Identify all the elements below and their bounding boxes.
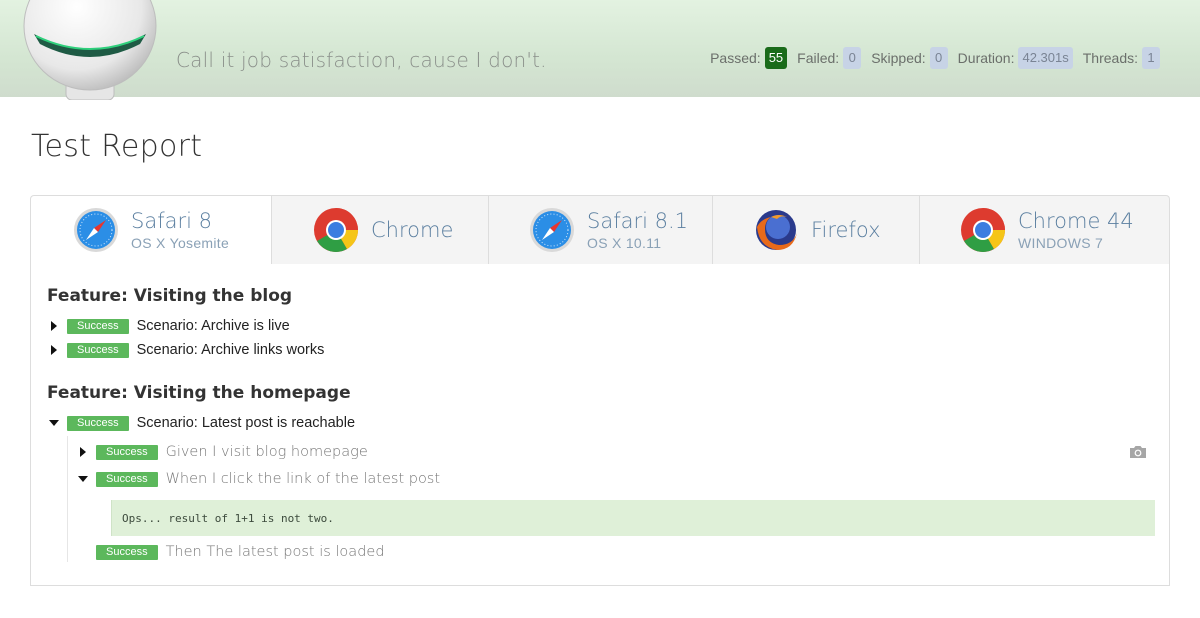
- step-output-text: Ops... result of 1+1 is not two.: [122, 511, 334, 525]
- scenario-row[interactable]: Success Scenario: Archive links works: [47, 340, 324, 360]
- scenario-title: Scenario: Archive links works: [136, 342, 325, 358]
- tab-safari-8[interactable]: Safari 8 OS X Yosemite: [30, 195, 272, 265]
- status-badge: Success: [96, 444, 158, 460]
- step-indent-line: [67, 436, 68, 562]
- tab-safari-8-1[interactable]: Safari 8.1 OS X 10.11: [489, 195, 713, 265]
- step-text: Given I visit blog homepage: [165, 444, 368, 460]
- scenario-row[interactable]: Success Scenario: Latest post is reachab…: [47, 413, 355, 433]
- camera-icon[interactable]: [1129, 445, 1147, 459]
- tab-name: Safari 8: [131, 209, 212, 233]
- tab-firefox[interactable]: Firefox: [713, 195, 920, 265]
- feature-title: Feature: Visiting the blog: [47, 286, 293, 306]
- page-title: Test Report: [31, 129, 203, 164]
- threads-label: Threads:: [1082, 50, 1138, 66]
- expand-arrow-icon[interactable]: [47, 319, 61, 333]
- chrome-icon: [314, 208, 358, 252]
- chrome-icon: [961, 208, 1005, 252]
- tab-os: WINDOWS 7: [1018, 235, 1104, 251]
- status-badge: Success: [67, 415, 129, 431]
- header-bar: Call it job satisfaction, cause I don't.…: [0, 0, 1200, 100]
- feature-title: Feature: Visiting the homepage: [47, 383, 351, 403]
- tab-name: Safari 8.1: [587, 209, 689, 233]
- passed-count-badge: 55: [764, 47, 788, 69]
- tab-name: Firefox: [811, 218, 881, 242]
- step-output-box: Ops... result of 1+1 is not two.: [111, 500, 1155, 536]
- threads-badge: 1: [1142, 47, 1160, 69]
- failed-label: Failed:: [797, 50, 840, 66]
- step-text: Then The latest post is loaded: [165, 544, 385, 560]
- step-text: When I click the link of the latest post: [165, 471, 441, 487]
- expand-arrow-icon[interactable]: [47, 343, 61, 357]
- step-row[interactable]: Success Then The latest post is loaded: [96, 542, 385, 562]
- safari-icon: [74, 208, 118, 252]
- status-badge: Success: [96, 544, 158, 560]
- step-row[interactable]: Success Given I visit blog homepage: [76, 442, 368, 462]
- scenario-row[interactable]: Success Scenario: Archive is live: [47, 316, 290, 336]
- tab-chrome[interactable]: Chrome: [272, 195, 489, 265]
- expand-arrow-icon[interactable]: [76, 445, 90, 459]
- collapse-arrow-icon[interactable]: [47, 416, 61, 430]
- stats-summary: Passed: 55 Failed: 0 Skipped: 0 Duration…: [710, 47, 1160, 69]
- status-badge: Success: [96, 471, 158, 487]
- skipped-count-badge: 0: [929, 47, 948, 69]
- status-badge: Success: [67, 342, 129, 358]
- robot-mascot-icon: [23, 0, 157, 100]
- tab-os: OS X 10.11: [587, 235, 662, 251]
- status-badge: Success: [67, 318, 129, 334]
- step-row[interactable]: Success When I click the link of the lat…: [76, 469, 440, 489]
- tab-os: OS X Yosemite: [131, 235, 230, 251]
- duration-badge: 42.301s: [1018, 47, 1073, 69]
- tab-chrome-44[interactable]: Chrome 44 WINDOWS 7: [920, 195, 1170, 265]
- scenario-title: Scenario: Archive is live: [136, 318, 290, 334]
- tagline: Call it job satisfaction, cause I don't.: [176, 48, 547, 72]
- safari-icon: [530, 208, 574, 252]
- collapse-arrow-icon[interactable]: [76, 472, 90, 486]
- tab-name: Chrome 44: [1018, 209, 1134, 233]
- tab-name: Chrome: [371, 218, 454, 242]
- passed-label: Passed:: [710, 50, 761, 66]
- browser-tabs: Safari 8 OS X Yosemite Chrome Safari 8.1…: [30, 195, 1170, 265]
- report-panel: Feature: Visiting the blog Success Scena…: [30, 264, 1170, 586]
- failed-count-badge: 0: [843, 47, 862, 69]
- scenario-title: Scenario: Latest post is reachable: [136, 415, 356, 431]
- skipped-label: Skipped:: [871, 50, 926, 66]
- duration-label: Duration:: [957, 50, 1015, 66]
- firefox-icon: [756, 210, 797, 250]
